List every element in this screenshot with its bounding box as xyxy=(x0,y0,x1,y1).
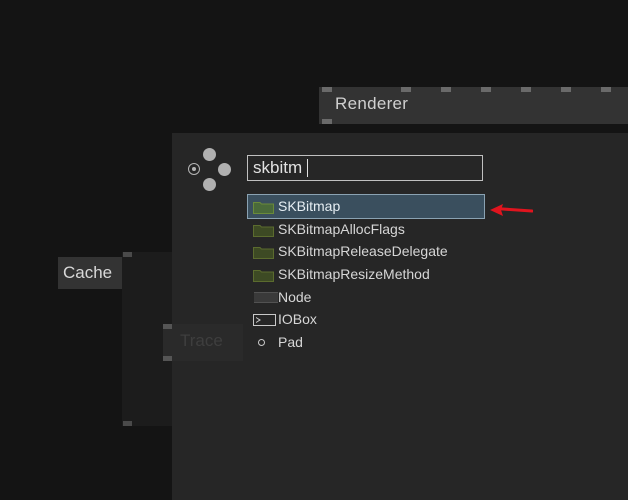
dot-icon[interactable] xyxy=(203,178,216,191)
input-pin[interactable] xyxy=(601,87,611,92)
renderer-node[interactable]: Renderer xyxy=(319,87,628,124)
pad-icon xyxy=(258,338,265,346)
input-pin[interactable] xyxy=(123,252,132,257)
output-pin[interactable] xyxy=(322,119,332,124)
iobox-icon xyxy=(253,313,276,326)
input-pin[interactable] xyxy=(441,87,451,92)
input-pin[interactable] xyxy=(401,87,411,92)
cache-region-label[interactable]: Cache xyxy=(58,257,122,289)
output-pin[interactable] xyxy=(123,421,132,426)
node-icon xyxy=(254,292,278,304)
input-pin[interactable] xyxy=(561,87,571,92)
arrow-left-icon xyxy=(490,204,533,216)
search-input[interactable] xyxy=(247,155,483,181)
list-item[interactable]: IOBox xyxy=(248,308,548,331)
list-item-label: Node xyxy=(278,288,312,305)
folder-icon xyxy=(253,247,274,260)
list-item[interactable]: SKBitmapResizeMethod xyxy=(248,263,548,286)
folder-icon xyxy=(253,224,274,237)
text-caret xyxy=(307,159,308,177)
list-item-label: SKBitmap xyxy=(278,198,341,215)
cache-title: Cache xyxy=(63,263,113,282)
list-item[interactable]: SKBitmapReleaseDelegate xyxy=(248,240,548,263)
renderer-node-title: Renderer xyxy=(335,94,409,113)
list-item-label: IOBox xyxy=(278,311,317,328)
folder-icon xyxy=(253,269,274,282)
list-item[interactable]: Pad xyxy=(248,331,548,354)
trace-node-title: Trace xyxy=(180,331,223,350)
dot-icon[interactable] xyxy=(203,148,216,161)
input-pin[interactable] xyxy=(163,324,172,329)
input-pin[interactable] xyxy=(521,87,531,92)
list-item-label: Pad xyxy=(278,333,303,350)
input-pin[interactable] xyxy=(322,87,332,92)
list-item[interactable]: Node xyxy=(248,285,548,308)
dot-icon[interactable] xyxy=(218,163,231,176)
list-item[interactable]: SKBitmap xyxy=(247,194,485,219)
list-item-label: SKBitmapReleaseDelegate xyxy=(278,243,448,260)
list-item[interactable]: SKBitmapAllocFlags xyxy=(248,218,548,241)
trace-node[interactable]: Trace xyxy=(163,324,243,361)
list-item-label: SKBitmapResizeMethod xyxy=(278,266,430,283)
input-pin[interactable] xyxy=(481,87,491,92)
radio-icon[interactable] xyxy=(188,163,200,175)
list-item-label: SKBitmapAllocFlags xyxy=(278,220,405,237)
output-pin[interactable] xyxy=(163,356,172,361)
folder-icon xyxy=(253,202,274,214)
